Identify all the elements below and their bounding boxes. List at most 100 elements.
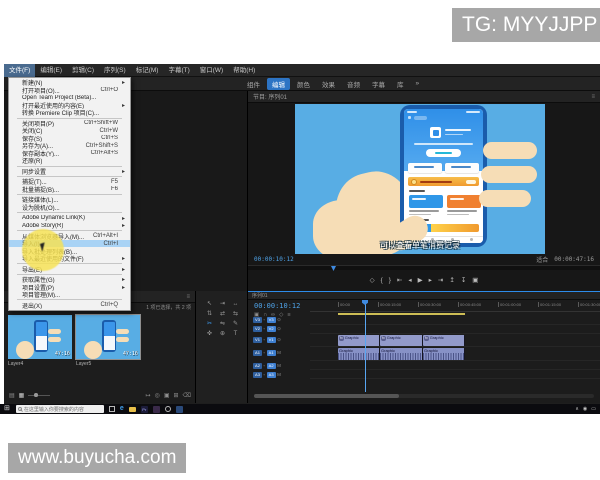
menu-item-make-offline[interactable]: 设为脱机(O)... [9, 204, 130, 212]
thumbnail-zoom-slider[interactable] [28, 395, 50, 396]
track-target-a1[interactable]: A1 [267, 350, 276, 356]
program-panel-tab[interactable]: 节目: 序列01 ≡ [248, 91, 600, 103]
zoom-tool[interactable]: ⊕ [216, 329, 229, 339]
timeline-clip-v1-2[interactable]: fxGraphic [380, 335, 423, 346]
timeline-clip-v1-3[interactable]: fxGraphic [423, 335, 465, 346]
eye-icon[interactable]: ⊙ [277, 317, 281, 323]
track-lane-v2[interactable] [310, 325, 600, 334]
menu-item-open-project[interactable]: 打开项目(O)...Ctrl+O [9, 87, 130, 95]
track-lane-v1[interactable]: fxGraphic fxGraphic fxGraphic [310, 334, 600, 347]
workspace-tab-titles[interactable]: 字幕 [367, 78, 390, 90]
scrubber-playhead[interactable] [331, 266, 336, 271]
step-back-button[interactable]: ◂ [408, 276, 411, 286]
edge-icon[interactable]: e [120, 405, 124, 413]
menu-item-link-media[interactable]: 链接媒体(L)... [9, 196, 130, 204]
panel-menu-icon[interactable]: ≡ [186, 294, 190, 300]
menu-item-save[interactable]: 保存(S)Ctrl+S [9, 135, 130, 143]
menu-item-save-as[interactable]: 另存为(A)...Ctrl+Shift+S [9, 142, 130, 150]
menu-markers[interactable]: 标记(M) [131, 64, 164, 77]
pen-tool[interactable]: ✎ [229, 319, 242, 329]
taskbar-search-input[interactable]: 在这里输入你要搜索的内容 [16, 405, 104, 413]
track-target-v3[interactable]: V3 [267, 317, 276, 323]
type-tool[interactable]: T [229, 329, 242, 339]
program-scrubber[interactable] [248, 265, 600, 270]
step-forward-button[interactable]: ▸ [429, 276, 432, 286]
lock-icon[interactable]: ▫ [264, 326, 266, 332]
track-lane-a1[interactable]: Graphic Graphic Graphic [310, 347, 600, 361]
track-select-forward-tool[interactable]: ⇥ [216, 299, 229, 309]
clip-name[interactable]: Layer4 [8, 359, 72, 367]
menu-item-revert[interactable]: 还原(R) [9, 157, 130, 165]
menu-help[interactable]: 帮助(H) [228, 64, 260, 77]
menu-item-close[interactable]: 关闭(C)Ctrl+W [9, 127, 130, 135]
menu-item-project-settings[interactable]: 项目设置(P)▸ [9, 283, 130, 291]
mute-icon[interactable]: M [277, 363, 281, 369]
hand-tool[interactable]: ✜ [203, 329, 216, 339]
lift-button[interactable]: ↥ [449, 276, 454, 286]
menu-item-capture[interactable]: 捕捉(T)...F5 [9, 178, 130, 186]
source-patch-a2[interactable]: A2 [253, 363, 262, 369]
timeline-panel-tab[interactable]: 序列01 [248, 292, 600, 300]
eye-icon[interactable]: ⊙ [277, 337, 281, 343]
rate-stretch-tool[interactable]: ⇄ [216, 309, 229, 319]
timeline-ruler[interactable]: 00:00 00:00:15:00 00:00:30:00 00:00:45:0… [310, 300, 600, 312]
automate-to-sequence-icon[interactable]: ↦ [146, 392, 151, 399]
panel-menu-icon[interactable]: ≡ [591, 94, 595, 100]
workspace-overflow-icon[interactable]: » [411, 79, 425, 88]
settings-gear-icon[interactable] [165, 406, 171, 412]
track-lane-v3[interactable] [310, 316, 600, 325]
timeline-timecode[interactable]: 00:00:10:12 [254, 302, 300, 310]
new-item-icon[interactable]: ⊞ [173, 392, 178, 399]
menu-file[interactable]: 文件(F) [4, 64, 35, 77]
menu-item-batch-capture[interactable]: 批量捕捉(B)...F6 [9, 186, 130, 194]
menu-item-open-recent[interactable]: 打开最近使用的内容(E)▸ [9, 102, 130, 110]
tray-chevron-icon[interactable]: ∧ [575, 406, 579, 412]
project-item-selected[interactable]: 47:16 Layer5 [76, 315, 140, 367]
workspace-tab-audio[interactable]: 音频 [342, 78, 365, 90]
timeline-clip-a1-1[interactable]: Graphic [338, 348, 380, 360]
lock-icon[interactable]: ▫ [264, 372, 266, 378]
menu-item-adobe-story[interactable]: Adobe Story(R)▸ [9, 222, 130, 230]
menu-titles[interactable]: 字幕(T) [163, 64, 194, 77]
list-view-icon[interactable]: ▤ [9, 392, 15, 399]
tray-volume-icon[interactable]: ▭ [591, 406, 596, 412]
system-tray[interactable]: ∧ ◉ ▭ [575, 406, 596, 412]
mute-icon[interactable]: M [277, 350, 281, 356]
mark-out-button[interactable]: } [389, 276, 391, 286]
menu-item-sync-settings[interactable]: 同步设置▸ [9, 168, 130, 176]
menu-edit[interactable]: 编辑(E) [35, 64, 67, 77]
track-target-v1[interactable]: V1 [267, 337, 276, 343]
clip-thumbnail[interactable]: 47:16 [8, 315, 72, 359]
delete-icon[interactable]: ⌫ [183, 392, 191, 399]
ripple-edit-tool[interactable]: ↔ [229, 299, 242, 309]
track-target-a2[interactable]: A2 [267, 363, 276, 369]
source-patch-v2[interactable]: V2 [253, 326, 262, 332]
menu-item-export[interactable]: 导出(E)▸ [9, 265, 130, 273]
slide-tool[interactable]: ⇋ [216, 319, 229, 329]
eye-icon[interactable]: ⊙ [277, 326, 281, 332]
explorer-icon[interactable] [129, 407, 136, 412]
lock-icon[interactable]: ▫ [264, 317, 266, 323]
lock-icon[interactable]: ▫ [264, 350, 266, 356]
project-item[interactable]: 47:16 Layer4 [8, 315, 72, 367]
icon-view-icon[interactable]: ▦ [19, 392, 25, 399]
timeline-clip-a1-2[interactable]: Graphic [380, 348, 423, 360]
workspace-tab-libraries[interactable]: 库 [392, 78, 409, 90]
lock-icon[interactable]: ▫ [264, 337, 266, 343]
menu-item-open-team-project[interactable]: Open Team Project (Beta)... [9, 94, 130, 102]
workspace-tab-color[interactable]: 颜色 [292, 78, 315, 90]
track-lane-a3[interactable] [310, 370, 600, 379]
track-target-a3[interactable]: A3 [267, 372, 276, 378]
menu-item-save-copy[interactable]: 保存副本(Y)...Ctrl+Alt+S [9, 150, 130, 158]
menu-item-exit[interactable]: 退出(X)Ctrl+Q [9, 301, 130, 309]
workspace-tab-assembly[interactable]: 组件 [242, 78, 265, 90]
razor-tool[interactable]: ✂ [203, 319, 216, 329]
add-marker-button[interactable]: ◇ [370, 276, 375, 286]
export-frame-button[interactable]: ▣ [472, 276, 478, 286]
go-to-out-button[interactable]: ⇥ [438, 276, 443, 286]
mark-in-button[interactable]: { [381, 276, 383, 286]
menu-item-get-properties[interactable]: 获取属性(G)▸ [9, 276, 130, 284]
start-button[interactable]: ⊞ [4, 404, 10, 414]
source-patch-a1[interactable]: A1 [253, 350, 262, 356]
clip-name[interactable]: Layer5 [76, 359, 140, 367]
